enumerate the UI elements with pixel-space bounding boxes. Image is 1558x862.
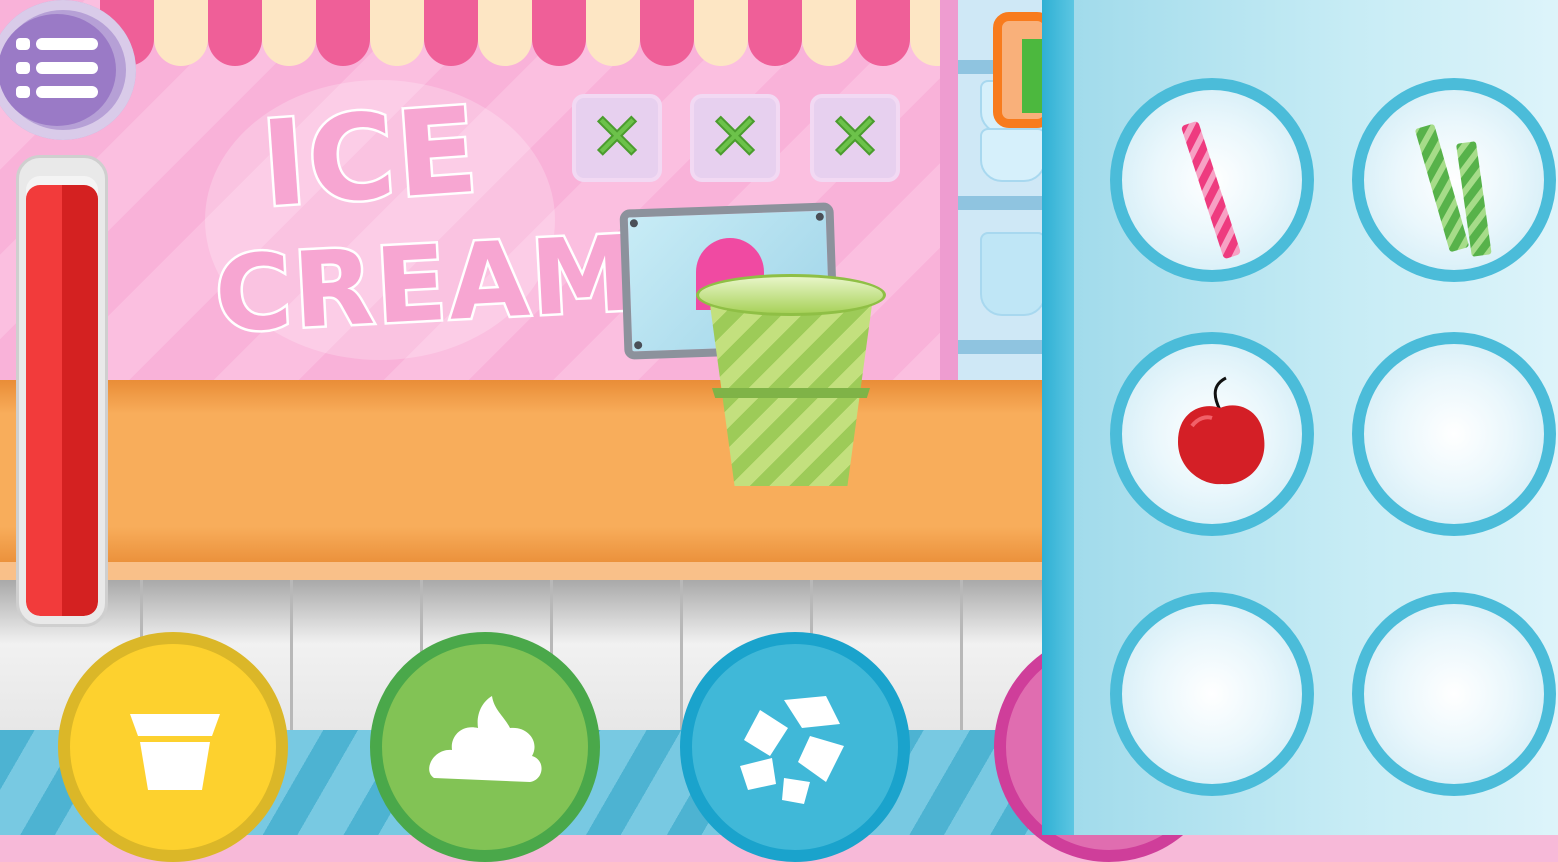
awning-stripe (748, 0, 802, 66)
topping-slot-pink-straw[interactable] (1110, 78, 1314, 282)
awning-stripe (532, 0, 586, 66)
awning (0, 0, 940, 68)
green-wafer-icon (1415, 124, 1492, 257)
awning-stripe (316, 0, 370, 66)
sign-text-line1: ICE (255, 78, 486, 236)
topping-slot-cherry[interactable] (1110, 332, 1314, 536)
counter-lip (0, 562, 1042, 580)
awning-stripe (208, 0, 262, 66)
awning-stripe (586, 0, 640, 66)
whipped-cream-icon (429, 696, 542, 782)
awning-stripe (424, 0, 478, 66)
awning-stripe (910, 0, 940, 66)
cup-band (712, 388, 870, 398)
awning-stripe (370, 0, 424, 66)
timer-bar (26, 176, 98, 616)
shelf-cup (980, 128, 1046, 182)
awning-stripe (640, 0, 694, 66)
shelf-board (958, 196, 1042, 210)
cup-rim (696, 274, 886, 316)
shelf-board (958, 340, 1042, 354)
topping-slot-green-wafer[interactable] (1352, 78, 1556, 282)
crushed-ice-icon (740, 696, 844, 804)
cross-icon: ✕ (707, 101, 763, 175)
menu-icon (0, 14, 116, 126)
counter (0, 380, 1042, 568)
sign-text-line2: CREAM (210, 210, 642, 359)
pink-straw-icon (1181, 121, 1241, 259)
cup-tool-button[interactable] (58, 632, 288, 862)
topping-slot-empty[interactable] (1110, 592, 1314, 796)
topping-tool-button[interactable] (680, 632, 910, 862)
cross-icon: ✕ (827, 101, 883, 175)
awning-stripe (478, 0, 532, 66)
awning-stripe (154, 0, 208, 66)
awning-stripe (694, 0, 748, 66)
awning-stripe (262, 0, 316, 66)
cup-icon (130, 714, 220, 790)
order-slot-2: ✕ (690, 94, 780, 182)
cross-icon: ✕ (589, 101, 645, 175)
topping-slot-empty[interactable] (1352, 592, 1556, 796)
order-slot-3: ✕ (810, 94, 900, 182)
awning-stripe (856, 0, 910, 66)
topping-panel-edge (1042, 0, 1074, 835)
shelf-cup (980, 232, 1046, 316)
topping-slot-empty[interactable] (1352, 332, 1556, 536)
order-slot-1: ✕ (572, 94, 662, 182)
awning-stripe (802, 0, 856, 66)
cream-tool-button[interactable] (370, 632, 600, 862)
cherry-icon (1178, 376, 1265, 485)
timer-fill (26, 184, 98, 616)
